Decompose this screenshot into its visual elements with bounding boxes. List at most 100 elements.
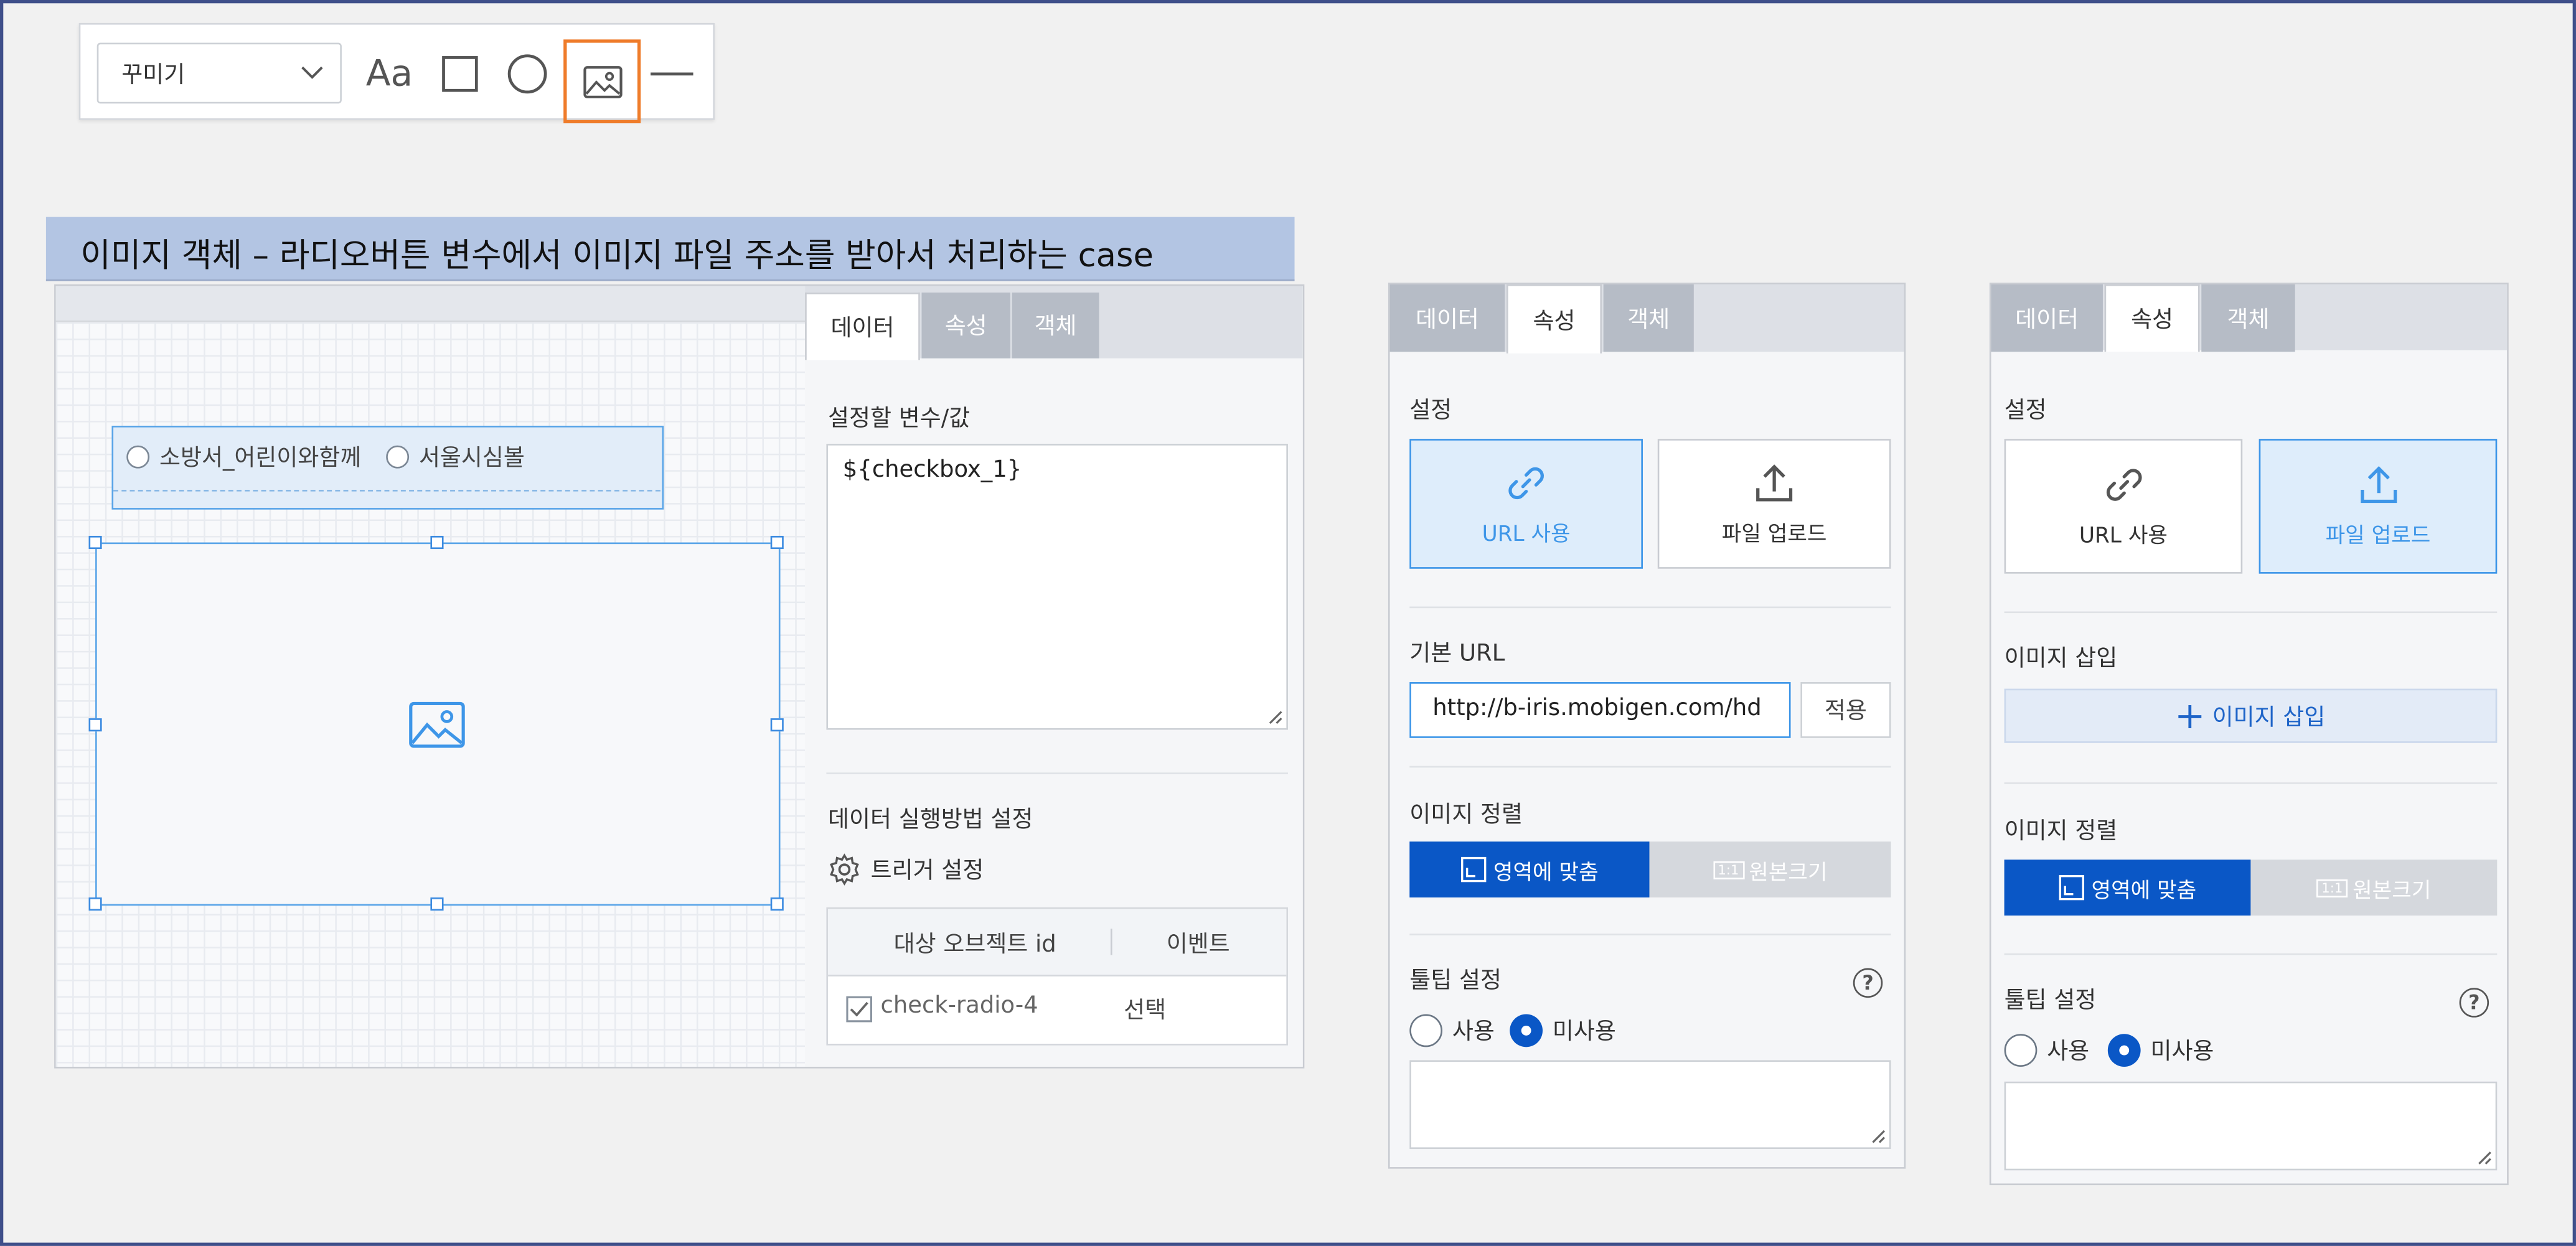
image-icon [583, 65, 622, 98]
resize-grip-icon [1269, 711, 1282, 724]
tab-data[interactable]: 데이터 [1991, 284, 2103, 352]
canvas-top-strip [55, 286, 806, 322]
divider [2004, 611, 2498, 614]
resize-handle[interactable] [88, 897, 102, 911]
image-insert-button-label: 이미지 삽입 [2212, 704, 2326, 731]
original-size-label: 원본크기 [1749, 860, 1828, 886]
resize-handle[interactable] [430, 535, 444, 550]
resize-handle[interactable] [88, 718, 102, 732]
tooltip-nouse-radio[interactable]: 미사용 [1510, 1014, 1616, 1047]
settings-label: 설정 [1409, 398, 1452, 424]
variable-value-text: ${checkbox_1} [842, 457, 1022, 484]
line-tool-button[interactable] [639, 41, 705, 107]
divider [2004, 953, 2498, 955]
fit-area-icon [1461, 856, 1487, 883]
file-upload-card[interactable]: 파일 업로드 [1657, 439, 1891, 569]
radio-off-icon [1409, 1014, 1443, 1047]
radio-on-icon [2107, 1034, 2141, 1067]
url-use-card[interactable]: URL 사용 [1409, 439, 1643, 569]
image-align-label: 이미지 정렬 [1409, 802, 1523, 829]
panel2-tabbar: 데이터 속성 객체 [1389, 284, 1904, 354]
column-header: 대상 오브젝트 id [893, 932, 1056, 958]
tooltip-settings-label: 툴팁 설정 [2004, 988, 2097, 1014]
resize-grip-icon [1872, 1130, 1886, 1143]
url-use-label: URL 사용 [2079, 524, 2168, 550]
trigger-table: 대상 오브젝트 id 이벤트 check-radio-4 선택 [826, 907, 1288, 1046]
image-object[interactable] [88, 535, 784, 911]
upload-icon [1756, 463, 1793, 501]
fit-area-button[interactable]: 영역에 맞춤 [2004, 860, 2251, 916]
chevron-down-icon [301, 66, 323, 79]
radio-on-icon [1510, 1014, 1543, 1047]
decorate-dropdown[interactable]: 꾸미기 [96, 42, 342, 104]
resize-handle[interactable] [770, 535, 784, 550]
tab-object[interactable]: 객체 [2201, 284, 2295, 352]
object-id-cell: check-radio-4 [880, 993, 1038, 1019]
radio-circle-icon [386, 445, 410, 469]
image-placeholder-icon [409, 701, 465, 748]
fit-area-button[interactable]: 영역에 맞춤 [1409, 841, 1650, 897]
text-tool-button[interactable]: Aa [357, 41, 423, 107]
image-tool-button[interactable] [563, 39, 641, 124]
text-icon: Aa [365, 53, 413, 95]
link-icon [2105, 469, 2141, 501]
event-cell: 선택 [1124, 998, 1167, 1024]
column-separator [1110, 929, 1112, 955]
design-canvas[interactable]: 소방서_어린이와함께 서울시심볼 [55, 322, 806, 1067]
original-size-icon: 1:1 [2316, 878, 2348, 897]
tooltip-nouse-radio[interactable]: 미사용 [2107, 1034, 2214, 1067]
help-icon[interactable]: ? [2459, 988, 2489, 1018]
tooltip-use-radio[interactable]: 사용 [2004, 1034, 2090, 1067]
original-size-icon: 1:1 [1713, 860, 1744, 879]
original-size-label: 원본크기 [2353, 878, 2432, 904]
tooltip-textarea[interactable] [1409, 1060, 1891, 1150]
circle-icon [507, 54, 547, 94]
tooltip-settings-label: 툴팁 설정 [1409, 968, 1502, 995]
radio-button-object[interactable]: 소방서_어린이와함께 서울시심볼 [111, 426, 664, 510]
tooltip-use-label: 사용 [2047, 1039, 2090, 1066]
rectangle-tool-button[interactable] [427, 41, 493, 107]
tab-properties[interactable]: 속성 [1506, 284, 1602, 354]
variable-value-textarea[interactable]: ${checkbox_1} [826, 444, 1288, 730]
line-icon [651, 72, 693, 76]
resize-handle[interactable] [770, 897, 784, 911]
tab-data[interactable]: 데이터 [805, 293, 920, 360]
radio-option-label: 서울시심볼 [418, 445, 525, 472]
tooltip-use-radio[interactable]: 사용 [1409, 1014, 1495, 1047]
image-insert-button[interactable]: 이미지 삽입 [2004, 688, 2498, 743]
original-size-button[interactable]: 1:1 원본크기 [1649, 841, 1891, 897]
trigger-settings-button[interactable]: 트리거 설정 [828, 853, 984, 886]
trigger-settings-label: 트리거 설정 [870, 858, 984, 884]
circle-tool-button[interactable] [494, 41, 560, 107]
tab-properties[interactable]: 속성 [921, 293, 1010, 358]
apply-button[interactable]: 적용 [1800, 682, 1891, 738]
tooltip-nouse-label: 미사용 [1552, 1019, 1616, 1046]
divider [1409, 766, 1891, 768]
tab-data[interactable]: 데이터 [1389, 284, 1505, 352]
checkbox-checked-icon[interactable] [846, 996, 873, 1023]
original-size-button[interactable]: 1:1 원본크기 [2250, 860, 2498, 916]
resize-grip-icon [2478, 1151, 2491, 1164]
tooltip-textarea[interactable] [2004, 1081, 2498, 1171]
fit-area-icon [2059, 874, 2085, 901]
table-row[interactable]: check-radio-4 선택 [828, 975, 1286, 1044]
editor-area: 소방서_어린이와함께 서울시심볼 데이터 속성 객체 설정할 변수/값 ${ch… [54, 284, 1305, 1069]
resize-handle[interactable] [770, 718, 784, 732]
link-icon [1508, 466, 1544, 499]
tab-object[interactable]: 객체 [1012, 293, 1099, 358]
help-icon[interactable]: ? [1853, 968, 1883, 998]
divider [2004, 782, 2498, 784]
radio-option[interactable]: 서울시심볼 [386, 441, 525, 474]
tab-properties[interactable]: 속성 [2104, 284, 2200, 352]
tab-object[interactable]: 객체 [1603, 284, 1694, 352]
data-panel: 데이터 속성 객체 설정할 변수/값 ${checkbox_1} 데이터 실행방… [805, 286, 1303, 1067]
divider [1409, 606, 1891, 609]
url-use-card[interactable]: URL 사용 [2004, 439, 2243, 574]
tooltip-nouse-label: 미사용 [2150, 1039, 2214, 1066]
file-upload-card[interactable]: 파일 업로드 [2259, 439, 2498, 574]
radio-option[interactable]: 소방서_어린이와함께 [126, 441, 361, 474]
resize-handle[interactable] [430, 897, 444, 911]
file-upload-label: 파일 업로드 [1721, 522, 1827, 547]
resize-handle[interactable] [88, 535, 102, 550]
base-url-input[interactable]: http://b-iris.mobigen.com/hd [1409, 682, 1791, 738]
